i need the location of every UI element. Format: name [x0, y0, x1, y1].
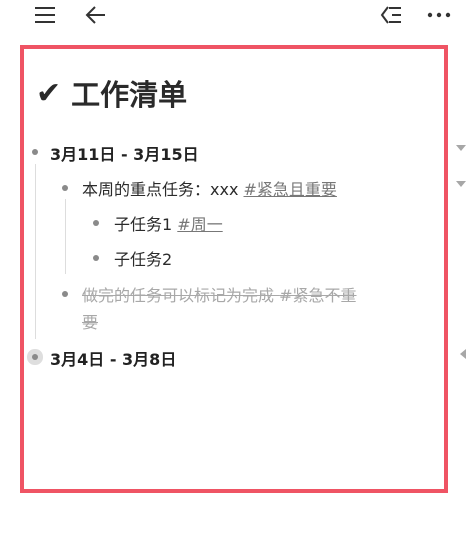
bullet-icon[interactable] [62, 291, 68, 297]
bullet-icon[interactable] [62, 185, 68, 191]
page-title: ✔ 工作清单 [36, 72, 187, 114]
checkmark-icon: ✔ [36, 75, 62, 111]
indent-guide [65, 199, 66, 274]
tag-link[interactable]: 要 [82, 313, 98, 332]
list-item[interactable]: 子任务2 [114, 246, 172, 270]
bullet-icon[interactable] [32, 149, 38, 155]
list-item-date[interactable]: 3月11日 - 3月15日 [50, 141, 199, 165]
indent-guide [35, 164, 36, 339]
list-item-text: 本周的重点任务：xxx [82, 180, 244, 199]
list-item-text: 子任务2 [114, 250, 173, 269]
back-arrow-icon[interactable] [80, 0, 110, 30]
document-content: ✔ 工作清单 3月11日 - 3月15日 本周的重点任务：xxx #紧急且重要 … [20, 45, 448, 493]
expand-arrow-icon[interactable] [460, 349, 466, 359]
tag-link[interactable]: #周一 [177, 215, 222, 234]
top-toolbar [0, 0, 474, 32]
bullet-icon[interactable] [93, 220, 99, 226]
list-item[interactable]: 子任务1 #周一 [114, 211, 223, 235]
hamburger-menu-icon[interactable] [30, 0, 60, 30]
completed-list-item-continuation[interactable]: 要 [82, 309, 98, 333]
fold-arrow-icon[interactable] [456, 181, 466, 187]
list-item-text: 子任务1 [114, 215, 178, 234]
page-title-text[interactable]: 工作清单 [71, 72, 187, 114]
more-dots-icon[interactable] [424, 0, 454, 30]
list-item-date[interactable]: 3月4日 - 3月8日 [50, 346, 176, 370]
fold-arrow-icon[interactable] [456, 145, 466, 151]
tag-link[interactable]: #紧急不重 [279, 286, 356, 305]
collapsed-bullet-icon[interactable] [32, 354, 38, 360]
completed-list-item[interactable]: 做完的任务可以标记为完成 #紧急不重 [82, 282, 357, 306]
bullet-icon[interactable] [93, 255, 99, 261]
list-item-text: 做完的任务可以标记为完成 [82, 286, 280, 305]
tag-link[interactable]: #紧急且重要 [244, 180, 337, 199]
outline-list-icon[interactable] [376, 0, 406, 30]
list-item[interactable]: 本周的重点任务：xxx #紧急且重要 [82, 176, 337, 200]
